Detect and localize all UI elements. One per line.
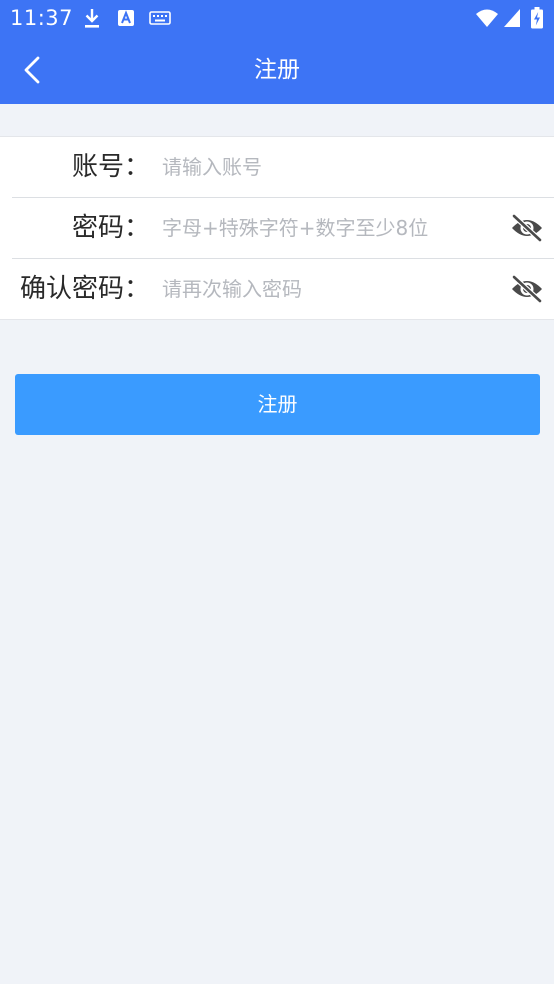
wifi-icon (474, 7, 500, 29)
account-label: 账号： (71, 152, 150, 182)
confirm-password-label: 确认密码： (19, 274, 150, 304)
register-form: 账号： 密码： 确认密码： (0, 136, 554, 320)
account-row: 账号： (0, 137, 554, 197)
keyboard-icon (148, 7, 172, 29)
status-bar: 11:37 (0, 0, 554, 36)
confirm-password-input[interactable] (162, 269, 502, 309)
page-title: 注册 (254, 57, 300, 83)
password-input[interactable] (162, 208, 502, 248)
status-time: 11:37 (10, 6, 74, 30)
eye-off-icon (510, 214, 544, 242)
register-button[interactable]: 注册 (15, 374, 540, 435)
eye-off-icon (510, 275, 544, 303)
battery-charging-icon (528, 7, 546, 29)
translate-a-icon (116, 7, 136, 29)
password-visibility-toggle[interactable] (510, 211, 544, 245)
account-input[interactable] (162, 147, 502, 187)
confirm-password-row: 确认密码： (12, 258, 554, 319)
password-row: 密码： (12, 197, 554, 258)
signal-icon (502, 7, 522, 29)
password-label: 密码： (71, 213, 150, 243)
navigation-bar: 注册 (0, 36, 554, 104)
app-header: 11:37 注册 (0, 0, 554, 104)
confirm-password-visibility-toggle[interactable] (510, 272, 544, 306)
download-icon (82, 7, 102, 29)
